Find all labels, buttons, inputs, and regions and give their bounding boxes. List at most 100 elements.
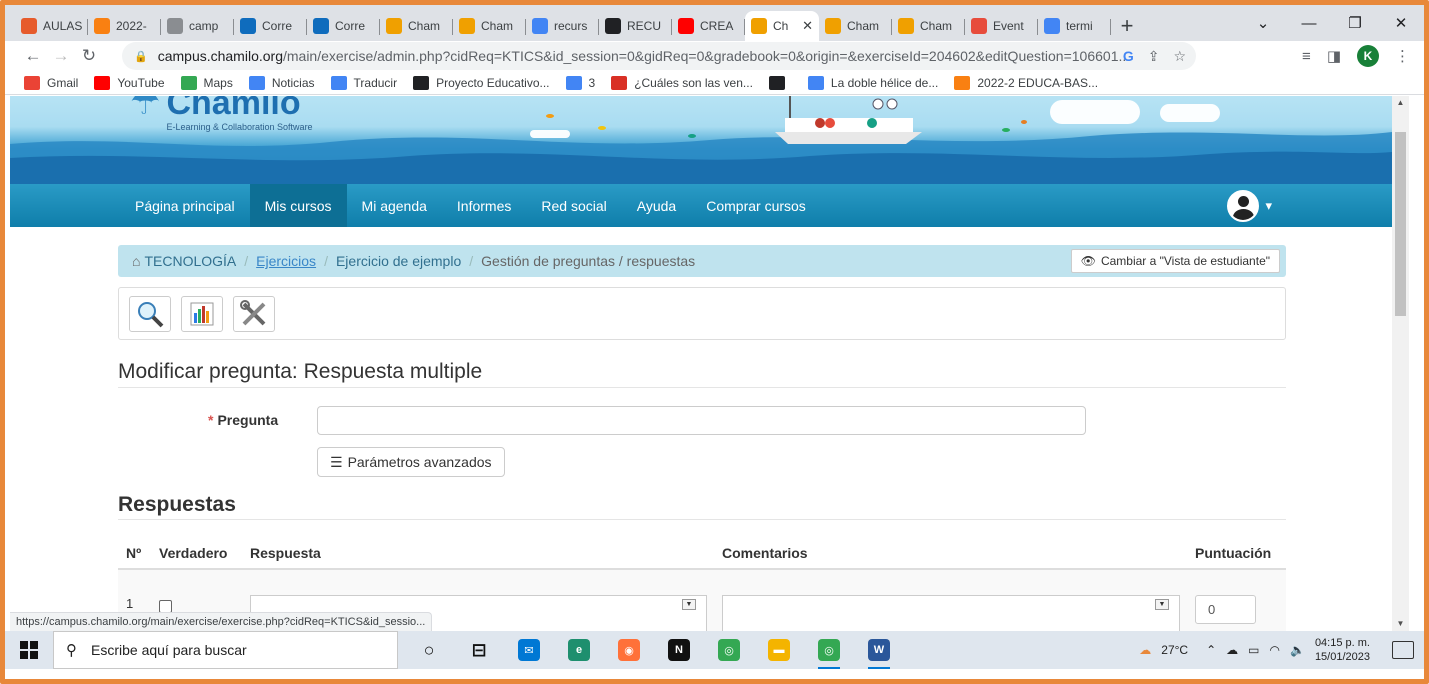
media-control-icon[interactable]: ≡ <box>1302 48 1311 65</box>
bookmark-item[interactable]: Maps <box>180 75 233 90</box>
nav-item[interactable]: Comprar cursos <box>691 184 821 227</box>
taskbar-app[interactable]: e <box>554 631 604 669</box>
student-view-button[interactable]: 👁 Cambiar a "Vista de estudiante" <box>1070 249 1280 273</box>
bookmark-item[interactable]: Gmail <box>24 75 78 90</box>
taskbar-search-box[interactable]: ⚲ Escribe aquí para buscar <box>53 631 398 669</box>
lock-icon[interactable]: 🔒 <box>134 50 148 63</box>
taskbar-app[interactable]: ✉ <box>504 631 554 669</box>
weather-icon[interactable]: ☁ <box>1139 643 1151 657</box>
browser-tab[interactable]: Event <box>965 11 1038 41</box>
wifi-icon[interactable]: ◠ <box>1270 643 1280 657</box>
reload-icon[interactable]: ↻ <box>75 46 103 66</box>
volume-icon[interactable]: 🔈 <box>1290 643 1305 657</box>
browser-tab[interactable]: Cham <box>892 11 965 41</box>
results-button[interactable] <box>181 295 223 332</box>
browser-tab[interactable]: termi <box>1038 11 1111 41</box>
nav-item[interactable]: Ayuda <box>622 184 691 227</box>
taskbar-app[interactable]: N <box>654 631 704 669</box>
bookmark-label: 3 <box>588 75 596 90</box>
taskbar-app[interactable]: ◉ <box>604 631 654 669</box>
tab-search-icon[interactable]: ⌄ <box>1240 5 1286 41</box>
browser-tab[interactable]: Cham <box>819 11 892 41</box>
scroll-down-icon[interactable]: ▼ <box>1392 617 1409 631</box>
bookmark-item[interactable]: 3 <box>565 75 596 90</box>
clock[interactable]: 04:15 p. m. 15/01/2023 <box>1315 636 1370 664</box>
forward-icon[interactable]: → <box>47 46 75 66</box>
nav-item[interactable]: Mis cursos <box>249 184 347 227</box>
notifications-icon[interactable] <box>1392 641 1414 659</box>
tab-label: Cham <box>408 19 441 33</box>
advanced-parameters-button[interactable]: ☰ Parámetros avanzados <box>317 447 505 477</box>
editor-toolbar-toggle-icon[interactable]: ▼ <box>1155 599 1169 610</box>
google-lens-icon[interactable]: G <box>1123 48 1134 64</box>
bookmark-item[interactable] <box>768 75 792 90</box>
browser-tab[interactable]: AULAS <box>15 11 88 41</box>
nav-item[interactable]: Red social <box>526 184 621 227</box>
browser-tab[interactable]: Cham <box>453 11 526 41</box>
editor-toolbar-toggle-icon[interactable]: ▼ <box>682 599 696 610</box>
browser-tab[interactable]: CREA <box>672 11 745 41</box>
user-menu-caret-icon[interactable]: ▾ <box>1265 198 1272 214</box>
question-input[interactable] <box>317 406 1086 435</box>
bookmark-label: La doble hélice de... <box>830 75 939 90</box>
nav-item[interactable]: Página principal <box>120 184 250 227</box>
windows-start-button[interactable] <box>5 631 53 669</box>
browser-tab[interactable]: Ch ✕ <box>745 11 819 41</box>
taskbar-app[interactable]: W <box>854 631 904 669</box>
side-panel-icon[interactable]: ◨ <box>1327 47 1341 65</box>
minimize-button[interactable]: — <box>1286 5 1332 41</box>
bookmark-item[interactable]: ¿Cuáles son las ven... <box>611 75 753 90</box>
chamilo-logo[interactable]: ☂ Chamilo E-Learning & Collaboration Sof… <box>130 96 313 132</box>
browser-tab[interactable]: Corre <box>234 11 307 41</box>
settings-button[interactable] <box>233 295 275 332</box>
breadcrumb-exercises[interactable]: Ejercicios <box>256 253 316 269</box>
bookmark-item[interactable]: 2022-2 EDUCA-BAS... <box>954 75 1098 90</box>
user-menu[interactable]: ▾ <box>1227 190 1272 222</box>
user-avatar-icon[interactable] <box>1227 190 1260 222</box>
back-icon[interactable]: ← <box>19 46 47 66</box>
browser-tab[interactable]: camp <box>161 11 234 41</box>
browser-tab[interactable]: Corre <box>307 11 380 41</box>
comment-editor[interactable]: ▼ <box>722 595 1180 631</box>
battery-icon[interactable]: ▭ <box>1248 643 1259 657</box>
taskbar-app[interactable]: ◎ <box>804 631 854 669</box>
browser-tab[interactable]: RECU <box>599 11 672 41</box>
weather-temp[interactable]: 27°C <box>1161 643 1188 657</box>
preview-button[interactable] <box>129 295 171 332</box>
tab-label: Ch <box>773 19 789 33</box>
nav-item[interactable]: Mi agenda <box>347 184 442 227</box>
bookmark-item[interactable]: La doble hélice de... <box>807 75 939 90</box>
profile-avatar[interactable]: K <box>1357 45 1379 67</box>
bookmark-item[interactable]: Traducir <box>330 75 397 90</box>
new-tab-button[interactable]: + <box>1111 11 1143 41</box>
onedrive-icon[interactable]: ☁ <box>1226 643 1238 657</box>
taskbar-app[interactable]: ▬ <box>754 631 804 669</box>
home-icon[interactable]: ⌂ <box>132 253 140 269</box>
menu-icon[interactable]: ⋮ <box>1395 47 1410 65</box>
browser-tab[interactable]: Cham <box>380 11 453 41</box>
score-input[interactable]: 0 <box>1195 595 1256 624</box>
nav-item[interactable]: Informes <box>442 184 526 227</box>
scroll-up-icon[interactable]: ▲ <box>1392 96 1409 110</box>
tray-chevron-icon[interactable]: ⌃ <box>1206 643 1216 657</box>
close-window-button[interactable]: ✕ <box>1378 5 1424 41</box>
scroll-thumb[interactable] <box>1395 132 1406 316</box>
taskbar-app[interactable]: ◎ <box>704 631 754 669</box>
breadcrumb-course[interactable]: TECNOLOGÍA <box>144 253 236 269</box>
share-icon[interactable]: ⇪ <box>1148 48 1160 65</box>
browser-tab[interactable]: recurs <box>526 11 599 41</box>
taskbar-app[interactable]: ⊟ <box>454 631 504 669</box>
url-text[interactable]: campus.chamilo.org/main/exercise/admin.p… <box>158 48 1130 64</box>
taskbar-app[interactable]: ○ <box>404 631 454 669</box>
bookmark-star-icon[interactable]: ☆ <box>1173 48 1186 65</box>
tab-close-icon[interactable]: ✕ <box>802 18 813 34</box>
restore-button[interactable]: ❐ <box>1332 5 1378 41</box>
address-bar[interactable]: 🔒 campus.chamilo.org/main/exercise/admin… <box>122 42 1196 70</box>
bookmark-item[interactable]: Noticias <box>248 75 315 90</box>
chamilo-icon <box>825 18 841 34</box>
bookmark-item[interactable]: YouTube <box>94 75 165 90</box>
vertical-scrollbar[interactable]: ▲ ▼ <box>1392 96 1409 631</box>
bookmark-item[interactable]: Proyecto Educativo... <box>413 75 550 90</box>
breadcrumb-exercise[interactable]: Ejercicio de ejemplo <box>336 253 461 269</box>
browser-tab[interactable]: 2022- <box>88 11 161 41</box>
